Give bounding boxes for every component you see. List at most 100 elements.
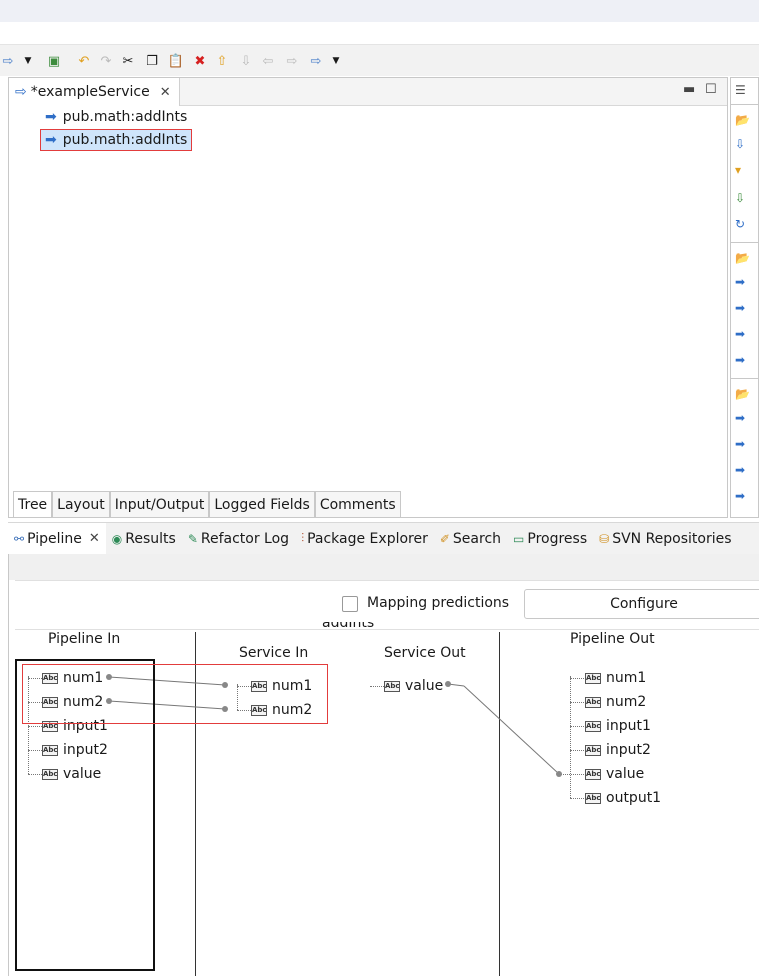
move-up-icon[interactable]: ⇧ (214, 53, 230, 69)
pipeline-header-band (9, 554, 759, 580)
folder-icon[interactable]: 📂 (735, 386, 751, 402)
service-in-header: Service In (239, 645, 309, 661)
column-divider (499, 632, 500, 976)
var-label: value (606, 766, 645, 782)
tab-tree[interactable]: Tree (13, 491, 53, 517)
tab-pipeline[interactable]: ⚯ Pipeline ✕ (8, 522, 106, 555)
var-label: value (405, 678, 444, 694)
pipeline-out-var-input2[interactable]: Abc input2 (585, 740, 651, 760)
pipeline-out-var-num2[interactable]: Abc num2 (585, 692, 646, 712)
pipeline-out-var-value[interactable]: Abc value (585, 764, 644, 784)
invoke-icon[interactable]: ➡ (735, 488, 751, 504)
repeat-icon[interactable]: ↻ (735, 216, 751, 232)
delete-icon[interactable]: ✖ (192, 53, 208, 69)
var-label: input1 (606, 718, 651, 734)
pipeline-icon: ⚯ (14, 531, 25, 546)
maximize-icon[interactable]: ☐ (705, 82, 717, 97)
tab-results[interactable]: ◉ Results (106, 523, 182, 555)
undo-icon[interactable]: ↶ (76, 53, 92, 69)
close-icon[interactable]: ✕ (160, 85, 171, 100)
new-element-icon[interactable]: ▣ (46, 53, 62, 69)
tab-layout[interactable]: Layout (52, 491, 110, 517)
string-icon: Abc (585, 792, 601, 804)
invoke-icon[interactable]: ➡ (735, 352, 751, 368)
mapping-predictions-label: Mapping predictions (367, 595, 510, 611)
tree-item-addints[interactable]: ➡ pub.math:addInts (45, 106, 187, 128)
right-side-panel: ☰ 📂 ⇩ ▾ ⇩ ↻ 📂 ➡ ➡ ➡ ➡ 📂 ➡ ➡ ➡ ➡ (730, 77, 759, 518)
invoke-icon[interactable]: ➡ (735, 462, 751, 478)
tab-comments[interactable]: Comments (314, 491, 401, 517)
close-icon[interactable]: ✕ (89, 531, 100, 546)
tab-progress[interactable]: ▭ Progress (507, 523, 593, 555)
folder-icon[interactable]: 📂 (735, 250, 751, 266)
invoke-icon[interactable]: ➡ (735, 300, 751, 316)
service-out-header: Service Out (384, 645, 466, 661)
move-down-icon[interactable]: ⇩ (238, 53, 254, 69)
cut-icon[interactable]: ✂ (120, 53, 136, 69)
invoke-icon[interactable]: ➡ (735, 410, 751, 426)
invoke-icon[interactable]: ➡ (735, 326, 751, 342)
tree-item-addints-selected[interactable]: ➡ pub.math:addInts (40, 129, 193, 151)
palette-icon[interactable]: ☰ (735, 82, 751, 98)
window-top-strip (0, 0, 759, 22)
tree-guide (570, 678, 584, 679)
tab-package-explorer[interactable]: ⫶ Package Explorer (295, 523, 434, 555)
move-left-icon[interactable]: ⇦ (260, 53, 276, 69)
tree-guide (570, 798, 584, 799)
map-icon[interactable]: ⇩ (735, 190, 751, 206)
tab-search[interactable]: ✐ Search (434, 523, 507, 555)
string-icon: Abc (585, 720, 601, 732)
var-label: input2 (606, 742, 651, 758)
string-icon: Abc (384, 680, 400, 692)
tree-guide (560, 774, 584, 775)
tab-label: Refactor Log (200, 530, 290, 547)
editor-bottom-tabs: Tree Layout Input/Output Logged Fields C… (13, 491, 401, 517)
forward-icon[interactable]: ⇨ (0, 53, 16, 69)
tree-guide (570, 676, 571, 798)
service-icon: ⇨ (15, 84, 27, 100)
mapping-predictions-checkbox[interactable] (342, 596, 358, 612)
tab-label: Package Explorer (307, 530, 428, 547)
service-name-clip: addInts (322, 622, 382, 632)
tab-label: Search (452, 530, 502, 547)
pipeline-config-row: Mapping predictions Configure (15, 580, 759, 630)
svn-repositories-icon: ⛁ (599, 531, 610, 546)
service-out-var-value[interactable]: Abc value (384, 676, 443, 696)
pipeline-out-var-num1[interactable]: Abc num1 (585, 668, 646, 688)
tab-example-service[interactable]: ⇨ *exampleService ✕ (9, 78, 180, 106)
results-icon: ◉ (111, 531, 123, 546)
tab-logged-fields[interactable]: Logged Fields (209, 491, 315, 517)
invoke-icon[interactable]: ➡ (735, 274, 751, 290)
move-right-icon[interactable]: ⇨ (284, 53, 300, 69)
configure-button[interactable]: Configure (524, 589, 759, 619)
main-toolbar: ⇨ ▼ ▣ ↶ ↷ ✂ ❐ 📋 ✖ ⇧ ⇩ ⇦ ⇨ ⇨ ▼ (0, 44, 759, 76)
var-label: output1 (606, 790, 662, 806)
var-label: num1 (606, 670, 647, 686)
minimize-icon[interactable]: ▬ (683, 82, 695, 97)
service-editor: ⇨ *exampleService ✕ ▬ ☐ ➡ pub.math:addIn… (8, 77, 728, 518)
tab-input-output[interactable]: Input/Output (109, 491, 210, 517)
tree-guide (570, 750, 584, 751)
pipeline-out-var-input1[interactable]: Abc input1 (585, 716, 651, 736)
loop-icon[interactable]: ▾ (735, 162, 751, 178)
folder-icon[interactable]: 📂 (735, 112, 751, 128)
tab-svn-repositories[interactable]: ⛁ SVN Repositories (593, 523, 737, 555)
redo-icon[interactable]: ↷ (98, 53, 114, 69)
branch-icon[interactable]: ⇩ (735, 136, 751, 152)
insert-step-icon[interactable]: ⇨ (308, 53, 324, 69)
var-label: num2 (606, 694, 647, 710)
lower-view-tabs: ⚯ Pipeline ✕ ◉ Results ✎ Refactor Log ⫶ … (8, 522, 759, 555)
dropdown-icon[interactable]: ▼ (20, 53, 36, 69)
copy-icon[interactable]: ❐ (144, 53, 160, 69)
string-icon: Abc (585, 744, 601, 756)
tab-refactor-log[interactable]: ✎ Refactor Log (182, 523, 295, 555)
invoke-icon[interactable]: ➡ (735, 436, 751, 452)
paste-icon[interactable]: 📋 (168, 53, 184, 69)
tree-guide (570, 726, 584, 727)
tab-label: Results (125, 530, 176, 547)
package-explorer-icon: ⫶ (301, 531, 305, 545)
insert-dropdown-icon[interactable]: ▼ (328, 53, 344, 69)
invoke-icon: ➡ (45, 132, 57, 148)
pipeline-out-var-output1[interactable]: Abc output1 (585, 788, 661, 808)
editor-tabbar: ⇨ *exampleService ✕ ▬ ☐ (9, 78, 727, 106)
